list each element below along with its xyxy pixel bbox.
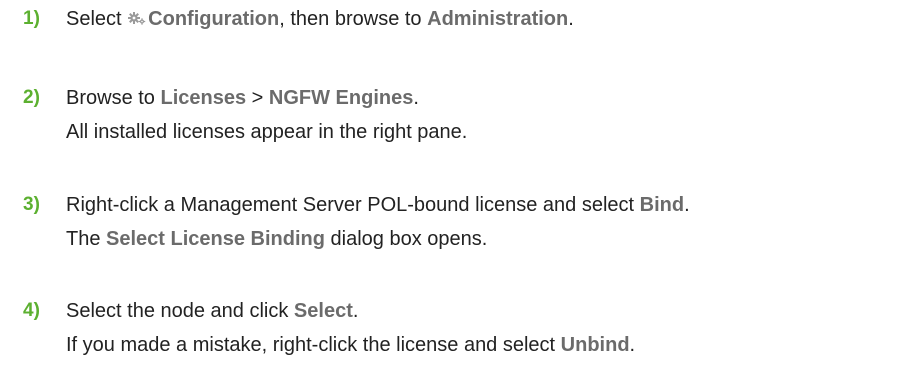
step-3-line-1: Right-click a Management Server POL-boun…	[66, 190, 690, 220]
step-number: 1)	[23, 8, 40, 29]
step-text: Select the node and click	[66, 300, 294, 322]
step-text: dialog box opens.	[324, 228, 488, 250]
step-text: The	[66, 228, 107, 250]
step-2-line-2: All installed licenses appear in the rig…	[66, 121, 468, 143]
step-number: 3)	[23, 194, 40, 215]
step-text: .	[352, 300, 359, 322]
ui-term-select: Select	[293, 300, 353, 322]
step-text: Select	[66, 8, 128, 30]
ui-term-bind: Bind	[639, 194, 685, 216]
step-2-line-1: Browse to Licenses > NGFW Engines.	[66, 83, 419, 113]
step-number: 4)	[23, 300, 40, 321]
step-text: If you made a mistake, right-click the l…	[66, 334, 561, 356]
step-text: .	[413, 87, 419, 109]
step-text: Browse to	[66, 87, 161, 109]
ui-term-administration: Administration	[427, 8, 569, 30]
ui-term-licenses: Licenses	[160, 87, 247, 109]
ui-term-ngfw-engines: NGFW Engines	[268, 87, 414, 109]
step-4-line-1: Select the node and click Select.	[66, 296, 358, 326]
step-text: , then browse to	[279, 8, 428, 30]
step-text: .	[568, 8, 574, 30]
step-4-line-2: If you made a mistake, right-click the l…	[66, 330, 635, 360]
step-text: .	[629, 334, 636, 356]
configuration-gear-icon	[127, 6, 147, 25]
ui-term-configuration: Configuration	[148, 8, 280, 30]
step-text: >	[246, 87, 269, 109]
ui-term-select-license-binding: Select License Binding	[106, 228, 325, 250]
step-text: Right-click a Management Server POL-boun…	[66, 194, 640, 216]
step-3-line-2: The Select License Binding dialog box op…	[66, 224, 487, 254]
step-number: 2)	[23, 87, 40, 108]
ui-term-unbind: Unbind	[560, 334, 630, 356]
step-text: .	[684, 194, 690, 216]
step-1-line-1: Select Configuration, then browse to Adm…	[66, 4, 574, 34]
